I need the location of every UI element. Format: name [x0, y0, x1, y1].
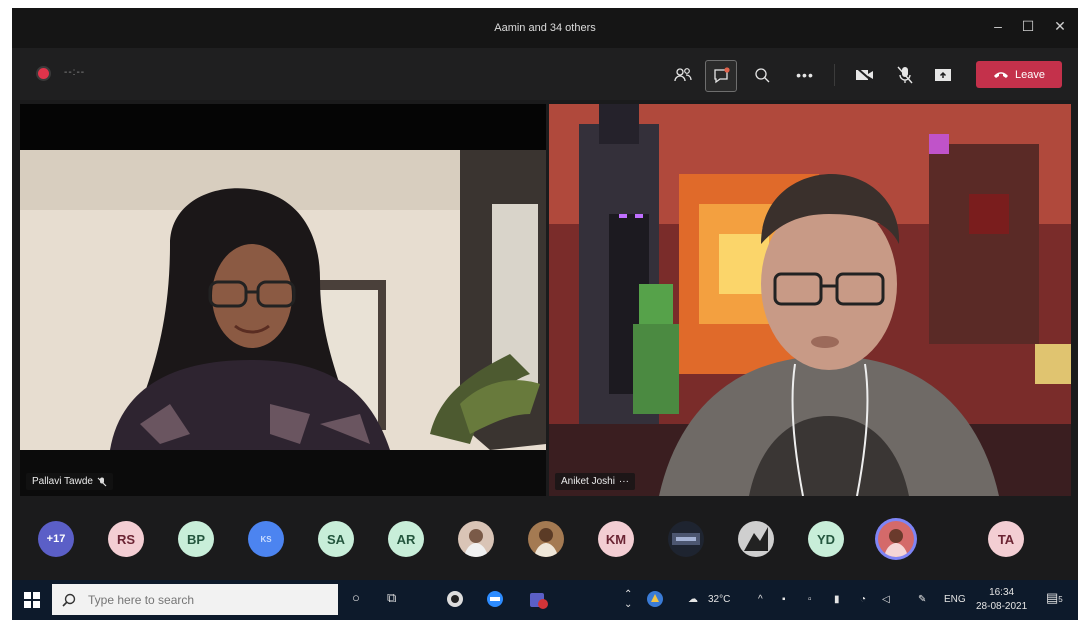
app-icon[interactable] — [486, 590, 504, 611]
window-title: Aamin and 34 others — [494, 22, 596, 34]
avatar[interactable]: KM — [598, 521, 634, 557]
windows-taskbar: ○ ⧉ ⌃⌄ ☁ 32°C ^ ▪ ▫ ▮ ◔ ◁ ✎ ENG 16:34 28… — [12, 580, 1078, 620]
record-dot-icon — [38, 68, 49, 79]
task-view-icon[interactable]: ⧉ — [387, 590, 396, 606]
search-icon — [62, 593, 76, 607]
participants-button[interactable] — [668, 60, 698, 90]
avatar[interactable]: YD — [808, 521, 844, 557]
tray-app-icon[interactable]: ▪ — [782, 594, 786, 605]
chat-button[interactable] — [705, 60, 737, 92]
camera-button[interactable] — [850, 60, 880, 90]
volume-icon[interactable]: ◁ — [882, 594, 890, 605]
mic-button[interactable] — [890, 60, 920, 90]
overflow-participants-button[interactable]: +17 — [38, 521, 74, 557]
phone-hangup-icon — [994, 71, 1008, 78]
clock-time: 16:34 — [989, 587, 1015, 598]
avatar[interactable]: AR — [388, 521, 424, 557]
participant-name-badge: Pallavi Tawde — [26, 473, 113, 490]
pen-icon[interactable]: ✎ — [918, 594, 926, 605]
chevron-up-icon[interactable]: ^ — [758, 594, 763, 605]
participant-video-pallavi — [20, 104, 546, 496]
people-icon — [674, 68, 692, 82]
mic-off-icon — [97, 477, 107, 486]
chat-icon — [714, 67, 730, 84]
share-button[interactable] — [928, 60, 958, 90]
network-icon[interactable]: ◔ — [860, 594, 866, 605]
participant-video-aniket — [549, 104, 1071, 496]
title-bar: Aamin and 34 others – ☐ ✕ — [12, 8, 1078, 48]
minimize-icon[interactable]: – — [988, 18, 1008, 34]
chevron-icon[interactable]: ⌃ ⌄ — [624, 590, 632, 610]
notifications-icon[interactable]: ▤5 — [1046, 590, 1063, 606]
reactions-button[interactable] — [748, 60, 778, 90]
teams-taskbar-icon[interactable] — [528, 590, 548, 613]
leave-button[interactable]: Leave — [976, 61, 1062, 88]
weather-icon[interactable]: ☁ — [688, 594, 698, 605]
avatar-photo[interactable] — [738, 521, 774, 557]
meeting-toolbar: --:-- ••• Leave — [12, 48, 1078, 100]
clock[interactable]: 16:34 28-08-2021 — [976, 586, 1027, 614]
toolbar-divider — [834, 64, 835, 86]
participant-strip: +17 RS BP KS SA AR KM YD TA — [12, 502, 1078, 578]
video-tile-pallavi[interactable]: Pallavi Tawde — [20, 104, 546, 496]
avatar-photo[interactable] — [528, 521, 564, 557]
close-icon[interactable]: ✕ — [1050, 18, 1070, 35]
app-icon[interactable] — [446, 590, 464, 611]
participant-name: Pallavi Tawde — [32, 476, 93, 487]
taskbar-search[interactable] — [52, 584, 338, 615]
windows-start-icon[interactable] — [24, 592, 40, 611]
more-icon[interactable]: ••• — [790, 60, 820, 90]
cortana-icon[interactable]: ○ — [352, 590, 360, 605]
avatar[interactable]: SA — [318, 521, 354, 557]
avatar[interactable]: BP — [178, 521, 214, 557]
mic-off-icon — [897, 66, 913, 84]
search-input[interactable] — [86, 591, 310, 608]
avatar-photo[interactable] — [458, 521, 494, 557]
meeting-timer: --:-- — [64, 67, 86, 78]
leave-label: Leave — [1015, 68, 1045, 81]
language-indicator[interactable]: ENG — [944, 594, 966, 605]
avatar[interactable]: TA — [988, 521, 1024, 557]
avatar[interactable]: RS — [108, 521, 144, 557]
avatar-photo-selected[interactable] — [878, 521, 914, 557]
tray-app-icon[interactable]: ▫ — [808, 594, 812, 605]
app-icon[interactable] — [646, 590, 664, 611]
video-tile-aniket[interactable]: Aniket Joshi ··· — [549, 104, 1071, 496]
weather-temp[interactable]: 32°C — [708, 594, 730, 605]
avatar[interactable]: KS — [248, 521, 284, 557]
participant-name: Aniket Joshi — [561, 476, 615, 487]
camera-off-icon — [856, 67, 874, 83]
more-icon[interactable]: ··· — [619, 476, 629, 487]
avatar-photo[interactable] — [668, 521, 704, 557]
teams-window: Aamin and 34 others – ☐ ✕ --:-- ••• Leav… — [12, 8, 1078, 620]
clock-date: 28-08-2021 — [976, 601, 1028, 612]
participant-name-badge: Aniket Joshi ··· — [555, 473, 635, 490]
raise-hand-icon — [755, 68, 770, 83]
microphone-icon[interactable]: ▮ — [834, 594, 840, 605]
share-screen-icon — [935, 69, 951, 81]
maximize-icon[interactable]: ☐ — [1018, 18, 1038, 35]
